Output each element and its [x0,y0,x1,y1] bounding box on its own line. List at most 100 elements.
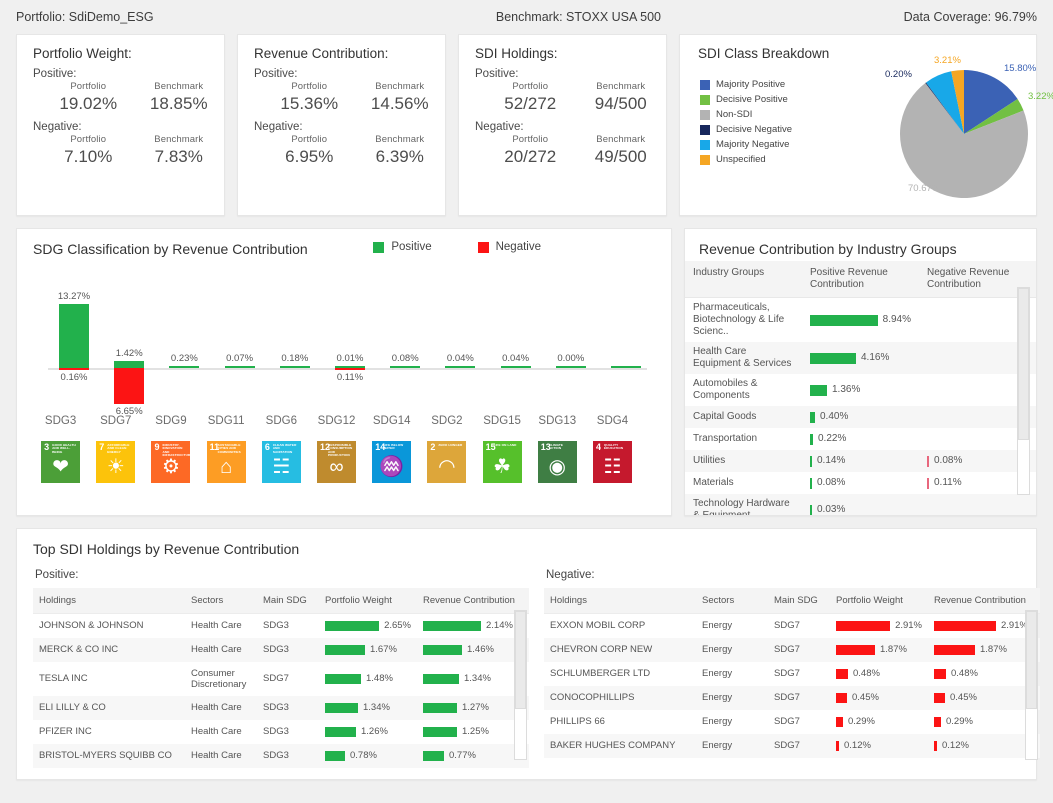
column-header[interactable]: Portfolio Weight [319,588,417,614]
pie-legend-item[interactable]: Unspecified [700,152,792,167]
sdg-positive-bar[interactable] [445,366,475,368]
sdg-15-icon[interactable]: 15LIFE ON LAND☘ [483,441,522,483]
revenue-value: 0.48% [951,668,978,679]
metric-col-portfolio: Portfolio 7.10% [43,134,134,167]
card-title: Top SDI Holdings by Revenue Contribution [17,529,1036,557]
sdg-positive-bar[interactable] [59,304,89,368]
sdg-11-icon[interactable]: 11SUSTAINABLE CITIES AND COMMUNITIES⌂ [207,441,246,483]
sdg-bar-group[interactable]: 13.27%0.16% [48,271,100,406]
pie-legend-item[interactable]: Majority Negative [700,137,792,152]
table-row[interactable]: Pharmaceuticals, Biotechnology & Life Sc… [685,298,1036,343]
sdg-icon-slot: 6CLEAN WATER AND SANITATION☵ [254,441,309,483]
pie-legend-item[interactable]: Majority Positive [700,77,792,92]
column-header[interactable]: Holdings [544,588,696,614]
table-row[interactable]: MERCK & CO INCHealth CareSDG31.67%1.46% [33,638,529,662]
column-header[interactable]: Portfolio Weight [830,588,928,614]
sdg-negative-bar[interactable] [335,368,365,370]
sdg-axis-label: SDG9 [143,415,198,427]
pie-legend-item[interactable]: Decisive Negative [700,122,792,137]
sdg-12-icon[interactable]: 12RESPONSIBLE CONSUMPTION AND PRODUCTION… [317,441,356,483]
sdg-icon-text: LIFE BELOW WATER [383,444,409,451]
industry-table-scrollbar[interactable] [1017,287,1030,495]
table-row[interactable]: PFIZER INCHealth CareSDG31.26%1.25% [33,720,529,744]
holding-name: MERCK & CO INC [33,638,185,662]
sdg-bar-group[interactable]: 0.18% [269,271,321,406]
table-row[interactable]: Capital Goods0.40% [685,406,1036,428]
col-header: Portfolio [264,134,355,145]
sdg-bar-group[interactable]: 0.04% [434,271,486,406]
table-row[interactable]: CHEVRON CORP NEWEnergySDG71.87%1.87% [544,638,1040,662]
column-header[interactable]: Main SDG [257,588,319,614]
holding-name: TESLA INC [33,662,185,696]
sdg-bar-group[interactable]: 0.00% [545,271,597,406]
table-row[interactable]: Health Care Equipment & Services4.16% [685,342,1036,374]
column-header[interactable]: Revenue Contribution [417,588,529,614]
table-row[interactable]: Technology Hardware & Equipment0.03% [685,494,1036,516]
table-row[interactable]: ELI LILLY & COHealth CareSDG31.34%1.27% [33,696,529,720]
column-header[interactable]: Main SDG [768,588,830,614]
sdg-3-icon[interactable]: 3GOOD HEALTH AND WELL-BEING❤ [41,441,80,483]
table-row[interactable]: SCHLUMBERGER LTDEnergySDG70.48%0.48% [544,662,1040,686]
sdg-13-icon[interactable]: 13CLIMATE ACTION◉ [538,441,577,483]
weight-bar [325,621,379,631]
column-header[interactable]: Sectors [696,588,768,614]
sdg-positive-bar[interactable] [611,366,641,368]
sdg-positive-bar[interactable] [501,366,531,368]
sdg-negative-bar[interactable] [114,368,144,404]
negative-table-scrollbar[interactable] [1025,610,1038,760]
column-header[interactable]: Sectors [185,588,257,614]
weight-bar [836,741,839,751]
sdg-positive-bar[interactable] [169,366,199,368]
pie-legend-item[interactable]: Decisive Positive [700,92,792,107]
table-row[interactable]: Automobiles & Components1.36% [685,374,1036,406]
holding-main-sdg: SDG7 [768,638,830,662]
table-row[interactable]: EXXON MOBIL CORPEnergySDG72.91%2.91% [544,614,1040,638]
table-row[interactable]: BAKER HUGHES COMPANYEnergySDG70.12%0.12% [544,734,1040,758]
revenue-bar [934,645,975,655]
sdg-negative-bar[interactable] [59,368,89,370]
sdg-positive-bar[interactable] [114,361,144,368]
sdi-class-breakdown-card: SDI Class Breakdown Majority PositiveDec… [679,34,1037,216]
positive-table-scrollbar[interactable] [514,610,527,760]
col-positive-revenue: Positive Revenue Contribution [802,261,919,298]
sdg-bar-group[interactable] [600,271,652,406]
sdg-positive-bar[interactable] [280,366,310,368]
sdg-14-icon[interactable]: 14LIFE BELOW WATER♒ [372,441,411,483]
sdg-4-icon[interactable]: 4QUALITY EDUCATION☷ [593,441,632,483]
sdg-bar-group[interactable]: 0.04% [490,271,542,406]
sdg-axis-label: SDG3 [33,415,88,427]
sdg-bar-group[interactable]: 0.08% [379,271,431,406]
sdg-icon-slot: 2ZERO HUNGER◠ [419,441,474,483]
sdg-positive-bar[interactable] [390,366,420,368]
sdg-9-icon[interactable]: 9INDUSTRY, INNOVATION AND INFRASTRUCTURE… [151,441,190,483]
sdg-bar-group[interactable]: 1.42%6.65% [103,271,155,406]
holding-portfolio-weight: 0.29% [830,710,928,734]
table-row[interactable]: Materials0.08%0.11% [685,472,1036,494]
sdg-bar-group[interactable]: 0.01%0.11% [324,271,376,406]
sdg-6-icon[interactable]: 6CLEAN WATER AND SANITATION☵ [262,441,301,483]
holding-sector: Energy [696,734,768,758]
sdg-2-icon[interactable]: 2ZERO HUNGER◠ [427,441,466,483]
column-header[interactable]: Holdings [33,588,185,614]
holding-revenue-contribution: 1.46% [417,638,529,662]
column-header[interactable]: Revenue Contribution [928,588,1040,614]
table-row[interactable]: Transportation0.22% [685,428,1036,450]
positive-value: 8.94% [883,314,911,326]
sdg-7-icon[interactable]: 7AFFORDABLE AND CLEAN ENERGY☀ [96,441,135,483]
industry-table-scroll-thumb[interactable] [1018,288,1029,440]
table-row[interactable]: JOHNSON & JOHNSONHealth CareSDG32.65%2.1… [33,614,529,638]
sdg-bar-group[interactable]: 0.23% [158,271,210,406]
table-row[interactable]: TESLA INCConsumer DiscretionarySDG71.48%… [33,662,529,696]
sdg-positive-bar[interactable] [556,366,586,368]
table-row[interactable]: BRISTOL-MYERS SQUIBB COHealth CareSDG30.… [33,744,529,768]
table-row[interactable]: CONOCOPHILLIPSEnergySDG70.45%0.45% [544,686,1040,710]
sdg-positive-bar[interactable] [225,366,255,368]
table-row[interactable]: Utilities0.14%0.08% [685,450,1036,472]
positive-table-scroll-thumb[interactable] [515,611,526,709]
sdg-icon-glyph: ◠ [427,454,466,480]
pie-legend-item[interactable]: Non-SDI [700,107,792,122]
table-row[interactable]: PHILLIPS 66EnergySDG70.29%0.29% [544,710,1040,734]
negative-table-scroll-thumb[interactable] [1026,611,1037,709]
weight-value: 0.78% [350,750,377,761]
sdg-bar-group[interactable]: 0.07% [214,271,266,406]
